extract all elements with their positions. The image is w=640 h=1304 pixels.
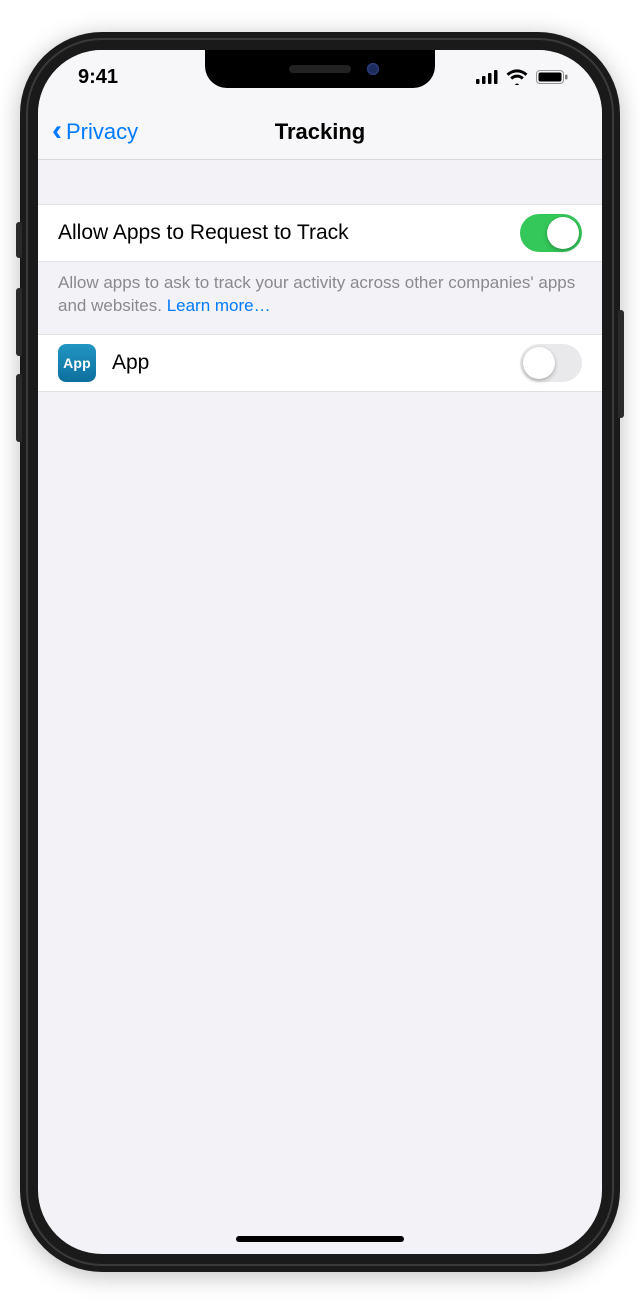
app-icon: App (58, 344, 96, 382)
volume-down-button (16, 374, 22, 442)
allow-apps-footer: Allow apps to ask to track your activity… (38, 262, 602, 334)
toggle-knob (523, 347, 555, 379)
status-icons (476, 69, 568, 85)
toggle-knob (547, 217, 579, 249)
front-camera (367, 63, 379, 75)
allow-apps-request-toggle[interactable] (520, 214, 582, 252)
app-tracking-cell: App App (38, 334, 602, 392)
app-name-label: App (112, 351, 520, 375)
back-button-label: Privacy (66, 119, 138, 145)
chevron-left-icon: ‹ (52, 116, 62, 146)
wifi-icon (506, 69, 528, 85)
speaker-grille (289, 65, 351, 73)
back-button[interactable]: ‹ Privacy (52, 118, 138, 146)
app-tracking-toggle[interactable] (520, 344, 582, 382)
device-notch (205, 50, 435, 88)
mute-switch (16, 222, 22, 258)
phone-device-frame: 9:41 (20, 32, 620, 1272)
section-spacer (38, 160, 602, 204)
allow-apps-request-label: Allow Apps to Request to Track (58, 221, 520, 245)
allow-apps-request-cell: Allow Apps to Request to Track (38, 204, 602, 262)
status-time: 9:41 (78, 66, 118, 89)
navigation-bar: ‹ Privacy Tracking (38, 104, 602, 160)
screen: 9:41 (38, 50, 602, 1254)
learn-more-link[interactable]: Learn more… (167, 296, 271, 315)
cellular-icon (476, 70, 498, 84)
power-button (618, 310, 624, 418)
volume-up-button (16, 288, 22, 356)
battery-icon (536, 70, 568, 84)
footer-description: Allow apps to ask to track your activity… (58, 273, 575, 315)
home-indicator[interactable] (236, 1236, 404, 1242)
